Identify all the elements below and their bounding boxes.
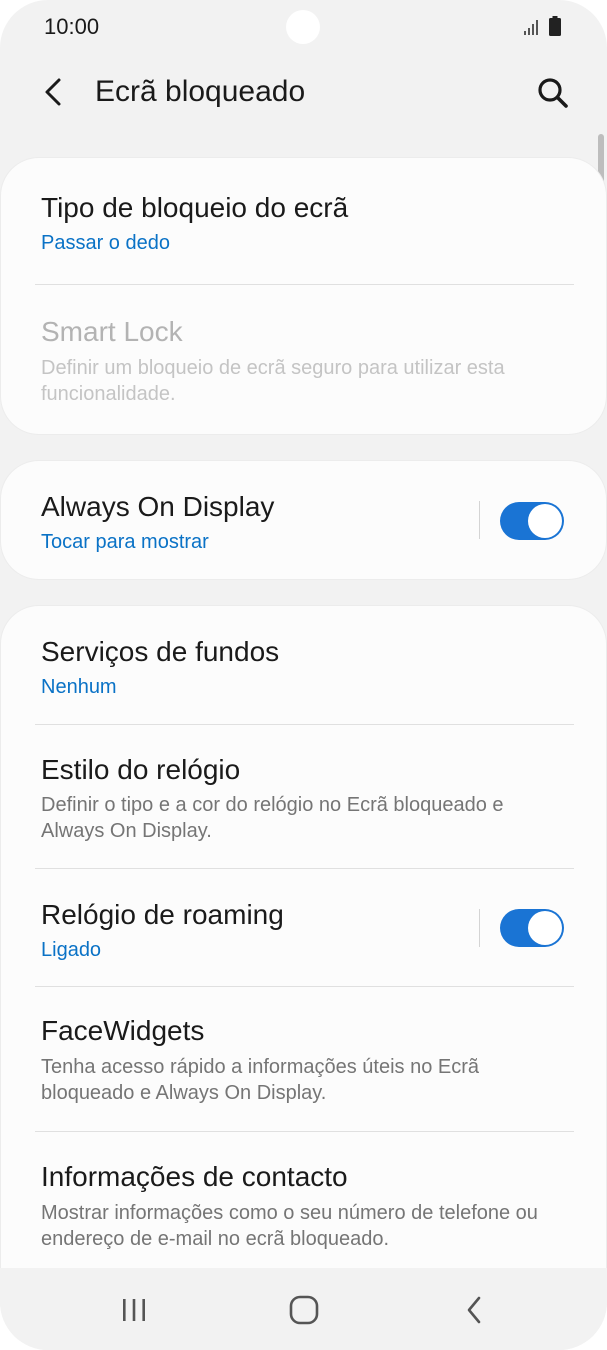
item-subtitle: Passar o dedo bbox=[41, 232, 170, 254]
navigation-bar bbox=[0, 1268, 607, 1350]
item-description: Tenha acesso rápido a informações úteis … bbox=[41, 1056, 480, 1104]
phone-screen: 10:00 Ecrã bloqueado Tipo de bloqueio do… bbox=[0, 0, 607, 1350]
item-title: Relógio de roaming bbox=[41, 899, 284, 930]
item-subtitle: Tocar para mostrar bbox=[41, 531, 209, 553]
app-bar: Ecrã bloqueado bbox=[0, 60, 607, 126]
item-subtitle: Nenhum bbox=[41, 676, 117, 698]
list-item-wallpaper-services[interactable]: Serviços de fundos Nenhum bbox=[1, 606, 606, 724]
home-icon[interactable] bbox=[284, 1290, 324, 1330]
item-title: Smart Lock bbox=[41, 316, 183, 347]
list-item-clock-style[interactable]: Estilo do relógio Definir o tipo e a cor… bbox=[1, 725, 606, 868]
status-bar: 10:00 bbox=[0, 0, 607, 56]
battery-icon bbox=[549, 16, 561, 36]
item-description: Definir um bloqueio de ecrã seguro para … bbox=[41, 357, 505, 405]
item-subtitle: Ligado bbox=[41, 939, 102, 961]
item-title: FaceWidgets bbox=[41, 1015, 205, 1046]
item-title: Estilo do relógio bbox=[41, 754, 241, 785]
item-title: Tipo de bloqueio do ecrã bbox=[41, 192, 349, 223]
back-arrow-icon[interactable] bbox=[36, 74, 70, 110]
back-icon[interactable] bbox=[454, 1290, 494, 1330]
roaming-clock-toggle[interactable] bbox=[500, 909, 564, 947]
recent-apps-icon[interactable] bbox=[114, 1290, 154, 1330]
card-lock-screen-options: Serviços de fundos Nenhum Estilo do reló… bbox=[1, 606, 606, 1306]
list-item-always-on-display[interactable]: Always On Display Tocar para mostrar bbox=[1, 461, 606, 579]
item-title: Serviços de fundos bbox=[41, 636, 280, 667]
search-icon[interactable] bbox=[534, 74, 572, 112]
item-description: Mostrar informações como o seu número de… bbox=[41, 1202, 538, 1250]
vertical-separator bbox=[479, 501, 480, 539]
list-item-facewidgets[interactable]: FaceWidgets Tenha acesso rápido a inform… bbox=[1, 987, 606, 1131]
item-title: Always On Display bbox=[41, 491, 275, 522]
item-title: Informações de contacto bbox=[41, 1161, 348, 1192]
always-on-display-toggle[interactable] bbox=[500, 502, 564, 540]
vertical-separator bbox=[479, 909, 480, 947]
list-item-screen-lock-type[interactable]: Tipo de bloqueio do ecrã Passar o dedo bbox=[1, 158, 606, 284]
list-item-roaming-clock[interactable]: Relógio de roaming Ligado bbox=[1, 869, 606, 986]
card-always-on-display: Always On Display Tocar para mostrar bbox=[1, 461, 606, 579]
card-lock-type: Tipo de bloqueio do ecrã Passar o dedo S… bbox=[1, 158, 606, 434]
status-time: 10:00 bbox=[44, 14, 100, 39]
page-title: Ecrã bloqueado bbox=[95, 75, 306, 108]
signal-icon bbox=[524, 20, 538, 35]
toggle-knob bbox=[528, 911, 562, 945]
item-description: Definir o tipo e a cor do relógio no Ecr… bbox=[41, 794, 504, 842]
front-camera bbox=[286, 10, 320, 44]
list-item-smart-lock: Smart Lock Definir um bloqueio de ecrã s… bbox=[1, 285, 606, 434]
toggle-knob bbox=[528, 504, 562, 538]
